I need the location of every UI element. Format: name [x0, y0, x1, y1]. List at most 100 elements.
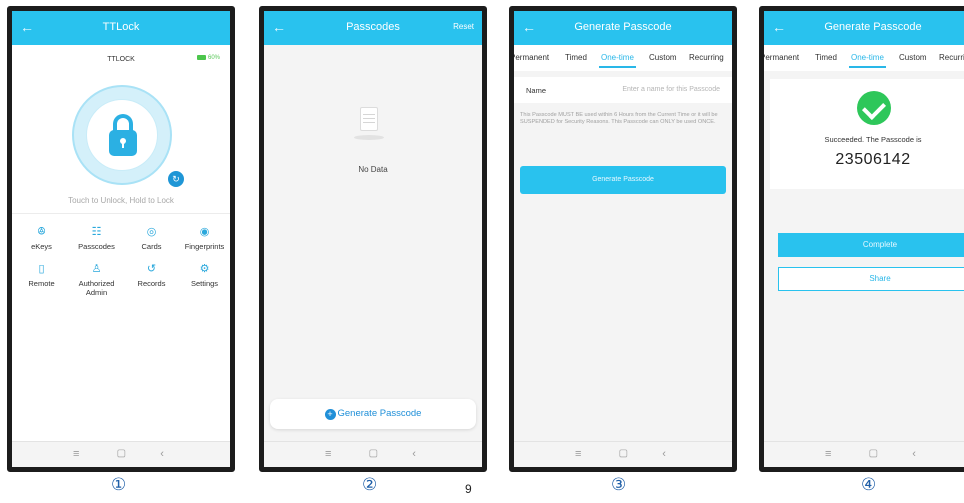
menu-item-authorized-admin[interactable]: ♙ Authorized Admin [68, 262, 125, 297]
lock-home-body: TTLOCK 60% ↻ Touch to Unlock, Hold to Lo… [12, 45, 230, 441]
phone-screen-generate-passcode: ← Generate Passcode Permanent Timed One-… [509, 6, 737, 472]
tab-recurring[interactable]: Recurring [939, 53, 964, 62]
key-icon: ꔮ [37, 226, 46, 238]
menu-label: Fingerprints [184, 242, 225, 251]
admin-icon: ♙ [91, 263, 102, 275]
card-icon: ◎ [146, 226, 157, 238]
menu-label: Cards [141, 242, 162, 251]
menu-item-remote[interactable]: ▯ Remote [13, 262, 70, 288]
doc-line [363, 122, 375, 123]
empty-document-icon [354, 107, 384, 141]
tab-one-time[interactable]: One-time [849, 53, 886, 68]
menu-item-ekeys[interactable]: ꔮ eKeys [13, 225, 70, 251]
touch-to-unlock-hint: Touch to Unlock, Hold to Lock [68, 196, 174, 205]
menu-icon[interactable]: ≡ [825, 448, 831, 460]
success-message: Succeeded. The Passcode is [824, 135, 922, 144]
name-input[interactable]: Enter a name for this Passcode [622, 86, 720, 93]
app-title: Generate Passcode [574, 21, 672, 33]
back-icon[interactable]: ‹ [160, 448, 164, 460]
step-label: ② [362, 475, 378, 495]
complete-button[interactable]: Complete [778, 233, 964, 257]
tab-timed[interactable]: Timed [815, 53, 837, 62]
app-bar: ← Passcodes Reset [264, 11, 482, 45]
home-icon[interactable]: ▢ [369, 448, 378, 459]
battery-indicator: 60% [196, 55, 220, 62]
check-circle-icon [857, 91, 891, 125]
phone-screen-passcode-result: ← Generate Passcode Permanent Timed One-… [759, 6, 964, 472]
menu-icon[interactable]: ≡ [325, 448, 331, 460]
passcodes-body: No Data + Generate Passcode [264, 45, 482, 441]
app-bar: ← Generate Passcode [764, 11, 964, 45]
tab-permanent[interactable]: Permanent [514, 53, 549, 62]
padlock-icon [109, 130, 137, 156]
unlock-button[interactable] [72, 85, 172, 185]
keyhole-slot [122, 142, 124, 148]
generated-passcode: 23506142 [835, 151, 911, 168]
generate-passcode-button[interactable]: + Generate Passcode [270, 399, 476, 429]
menu-item-cards[interactable]: ◎ Cards [123, 225, 180, 251]
menu-icon[interactable]: ≡ [73, 448, 79, 460]
one-time-notice: This Passcode MUST BE used within 6 Hour… [520, 112, 718, 125]
plus-icon: + [324, 409, 336, 420]
app-title: Generate Passcode [824, 21, 922, 33]
battery-level: 60% [207, 55, 220, 62]
system-nav-bar: ≡ ▢ ‹ [514, 441, 732, 467]
menu-label: Records [137, 279, 166, 288]
generate-passcode-label: Generate Passcode [337, 408, 422, 419]
step-label: ① [111, 475, 127, 495]
menu-label: Remote [28, 279, 55, 288]
menu-label: Passcodes [78, 242, 115, 251]
doc-line [363, 114, 375, 115]
menu-item-settings[interactable]: ⚙ Settings [176, 262, 230, 288]
passcode-icon: ☷ [91, 226, 102, 238]
tab-custom[interactable]: Custom [649, 53, 677, 62]
back-icon[interactable]: ‹ [912, 448, 916, 460]
passcode-type-tabs: Permanent Timed One-time Custom Recurrin… [764, 45, 964, 71]
generate-passcode-button[interactable]: Generate Passcode [520, 166, 726, 194]
empty-state-text: No Data [358, 165, 388, 174]
system-nav-bar: ≡ ▢ ‹ [12, 441, 230, 467]
name-label: Name [526, 86, 547, 95]
settings-icon: ⚙ [199, 263, 210, 275]
back-icon[interactable]: ‹ [662, 448, 666, 460]
tab-one-time[interactable]: One-time [599, 53, 636, 68]
passcode-type-tabs: Permanent Timed One-time Custom Recurrin… [514, 45, 732, 71]
back-icon[interactable]: ‹ [412, 448, 416, 460]
step-label: ③ [611, 475, 627, 495]
menu-item-fingerprints[interactable]: ◉ Fingerprints [176, 225, 230, 251]
phone-screen-passcodes: ← Passcodes Reset No Data + Generate Pass… [259, 6, 487, 472]
page-number: 9 [465, 482, 472, 496]
reset-button[interactable]: Reset [453, 22, 474, 31]
home-icon[interactable]: ▢ [869, 448, 878, 459]
records-icon: ↺ [146, 263, 157, 275]
tab-timed[interactable]: Timed [565, 53, 587, 62]
app-bar: ← Generate Passcode [514, 11, 732, 45]
phone-screen-lock-home: ← TTLock TTLOCK 60% ↻ Touch to Unlock, H… [7, 6, 235, 472]
system-nav-bar: ≡ ▢ ‹ [764, 441, 964, 467]
app-title: Passcodes [346, 21, 400, 33]
name-field-row[interactable]: Name Enter a name for this Passcode [514, 77, 732, 103]
app-title: TTLock [102, 21, 140, 33]
menu-icon[interactable]: ≡ [575, 448, 581, 460]
menu-item-passcodes[interactable]: ☷ Passcodes [68, 225, 125, 251]
tab-recurring[interactable]: Recurring [689, 53, 724, 62]
remote-unlock-icon[interactable]: ↻ [168, 171, 184, 187]
tab-custom[interactable]: Custom [899, 53, 927, 62]
result-body: Succeeded. The Passcode is 23506142 Comp… [764, 71, 964, 441]
menu-label: Authorized Admin [78, 279, 115, 297]
home-icon[interactable]: ▢ [117, 448, 126, 459]
step-label: ④ [861, 475, 877, 495]
menu-label: eKeys [31, 242, 52, 251]
success-card: Succeeded. The Passcode is 23506142 [770, 79, 964, 189]
share-button[interactable]: Share [778, 267, 964, 291]
tab-permanent[interactable]: Permanent [764, 53, 799, 62]
document-shape [360, 107, 378, 131]
app-bar: ← TTLock [12, 11, 230, 45]
doc-line [363, 118, 375, 119]
battery-icon [196, 55, 206, 60]
home-icon[interactable]: ▢ [619, 448, 628, 459]
menu-item-records[interactable]: ↺ Records [123, 262, 180, 288]
system-nav-bar: ≡ ▢ ‹ [264, 441, 482, 467]
icon-shadow [354, 135, 384, 140]
generate-form-body: Name Enter a name for this Passcode This… [514, 71, 732, 441]
